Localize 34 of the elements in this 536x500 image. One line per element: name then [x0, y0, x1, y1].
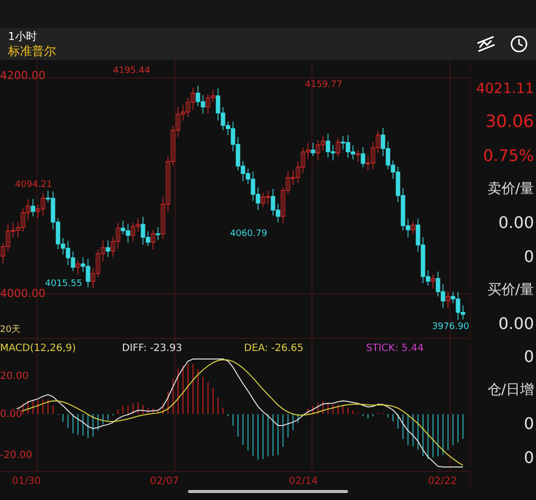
price-extreme-label: 4060.79 [230, 229, 268, 239]
dea-value: DEA: -26.65 [244, 343, 304, 354]
price-extreme-label: 4015.55 [45, 279, 82, 289]
buy-label: 买价/量 [486, 280, 535, 300]
price-extreme-label: 4195.44 [113, 66, 150, 76]
change-percent: 0.75% [482, 145, 535, 168]
price-axis-label: 4200.00 [0, 70, 46, 82]
sell-price: 0.00 [497, 212, 535, 234]
position-value: 0 [522, 446, 535, 469]
date-label: 02/22 [428, 476, 457, 487]
price-axis-label: 4000.00 [0, 288, 46, 300]
diff-value: DIFF: -23.93 [122, 343, 184, 354]
price-change: 30.06 [484, 111, 535, 134]
macd-axis-label: 20.00 [0, 371, 29, 382]
instrument-name: 标准普尔 [8, 44, 56, 59]
position-label: 仓/日增 [486, 381, 535, 400]
period-label: 20天 [0, 324, 20, 336]
period-label: 1小时 [8, 29, 38, 44]
macd-title: MACD(12,26,9) [0, 343, 77, 354]
buy-price: 0.00 [497, 312, 535, 335]
sell-volume: 0 [522, 246, 535, 268]
last-price: 4021.11 [475, 80, 535, 99]
position-value: 0 [522, 413, 535, 436]
date-label: 01/30 [12, 476, 41, 487]
buy-volume: 0 [522, 346, 535, 368]
price-extreme-label: 4159.77 [305, 80, 342, 90]
date-label: 02/14 [289, 476, 318, 487]
stick-value: STICK: 5.44 [366, 343, 425, 354]
macd-axis-label: -20.00 [0, 450, 32, 461]
price-extreme-label: 4094.21 [15, 180, 52, 190]
price-extreme-label: 3976.90 [432, 322, 470, 332]
sell-label: 卖价/量 [486, 180, 535, 200]
macd-axis-label: 0.00 [0, 409, 22, 420]
date-label: 02/07 [150, 476, 179, 487]
